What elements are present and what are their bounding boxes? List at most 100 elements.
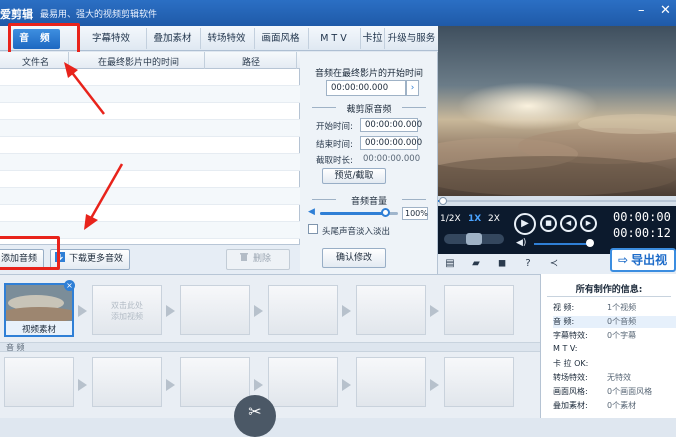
- scissors-icon[interactable]: ✂: [234, 395, 276, 437]
- export-icon: ⇨: [618, 253, 629, 267]
- column-path: 路径: [242, 58, 261, 68]
- tab-karaoke[interactable]: 卡拉OK: [360, 28, 384, 65]
- tab-subtitle-effects[interactable]: 字幕特效: [78, 28, 144, 49]
- fade-checkbox[interactable]: [308, 224, 318, 234]
- project-info-panel: 所有制作的信息: 视 频: 1个视频 音 频: 0个音频 字幕特效: 0个字幕 M T…: [540, 274, 676, 418]
- table-row[interactable]: [0, 171, 300, 188]
- tab-styles[interactable]: 画面风格: [254, 28, 306, 49]
- table-row[interactable]: [0, 120, 300, 137]
- empty-clip-slot[interactable]: [268, 285, 338, 335]
- info-row-audio: 音 频: 0个音频: [553, 316, 676, 328]
- prev-frame-icon[interactable]: ◀: [560, 215, 577, 232]
- info-row-subtitle: 字幕特效: 0个字幕: [553, 331, 637, 340]
- table-row[interactable]: [0, 137, 300, 154]
- arrow-icon: [78, 379, 87, 391]
- speaker-icon: ◀: [308, 207, 315, 217]
- crop-start-input[interactable]: 00:00:00.000: [360, 118, 422, 132]
- tab-mtv[interactable]: M T V: [308, 28, 358, 49]
- audio-slot[interactable]: [4, 357, 74, 407]
- annotation-box-add-audio: [0, 236, 60, 270]
- info-row-karaoke: 卡 拉 OK:: [553, 359, 589, 368]
- arrow-icon: [430, 379, 439, 391]
- table-row[interactable]: [0, 154, 300, 171]
- info-row-video: 视 频: 1个视频: [553, 303, 637, 312]
- volume-section-header: 音频音量: [310, 194, 428, 207]
- remove-clip-icon[interactable]: ×: [64, 280, 75, 291]
- empty-clip-slot[interactable]: [444, 285, 514, 335]
- share-icon[interactable]: ≺: [548, 258, 560, 270]
- audio-slot[interactable]: [268, 357, 338, 407]
- minimize-button[interactable]: –: [638, 3, 645, 18]
- app-slogan: 最易用、强大的视频剪辑软件: [40, 10, 158, 20]
- close-button[interactable]: ✕: [660, 3, 671, 18]
- delete-button[interactable]: 删除: [226, 249, 290, 270]
- clip-thumbnail: [6, 285, 72, 321]
- open-folder-icon[interactable]: ▰: [470, 258, 482, 270]
- video-preview: [438, 26, 676, 196]
- table-row[interactable]: [0, 69, 300, 86]
- confirm-button[interactable]: 确认修改: [322, 248, 386, 268]
- table-row[interactable]: [0, 205, 300, 222]
- player-volume-slider[interactable]: [534, 243, 590, 245]
- audio-track-label: 音 频: [6, 343, 25, 352]
- audio-slot[interactable]: [180, 357, 250, 407]
- jog-slider[interactable]: [444, 233, 504, 245]
- info-row-transition: 转场特效: 无特效: [553, 373, 631, 382]
- end-time-label: 结束时间:: [316, 140, 353, 150]
- player-volume-knob[interactable]: [586, 239, 594, 247]
- empty-clip-slot[interactable]: [356, 285, 426, 335]
- clip-label: 视频素材: [21, 325, 56, 335]
- hd-icon[interactable]: ▤: [444, 258, 456, 270]
- arrow-icon: [254, 305, 263, 317]
- audio-table: 文件名 在最终影片中的时间 路径: [0, 52, 300, 244]
- download-more-button[interactable]: 下载更多音效: [50, 249, 130, 270]
- empty-clip-slot[interactable]: 双击此处 添加视频: [92, 285, 162, 335]
- tab-upgrade[interactable]: 升级与服务: [384, 28, 438, 49]
- info-row-overlay: 叠加素材: 0个素材: [553, 401, 637, 410]
- audio-slot[interactable]: [444, 357, 514, 407]
- playback-progress[interactable]: [438, 196, 676, 206]
- stop-icon[interactable]: ■: [540, 215, 557, 232]
- fade-label: 头尾声音淡入淡出: [322, 227, 391, 237]
- audio-slot[interactable]: [92, 357, 162, 407]
- arrow-icon: [78, 305, 87, 317]
- speed-2x[interactable]: 2X: [488, 214, 500, 224]
- volume-value[interactable]: 100%: [402, 207, 428, 220]
- table-row[interactable]: [0, 103, 300, 120]
- timeline: 视频素材 × 双击此处 添加视频 音 频 ✂: [0, 274, 540, 437]
- start-time-input[interactable]: 00:00:00.000: [326, 80, 406, 96]
- chevron-right-icon[interactable]: ›: [406, 80, 419, 96]
- tab-transitions[interactable]: 转场特效: [200, 28, 252, 49]
- start-time-label: 开始时间:: [316, 122, 353, 132]
- export-button[interactable]: ⇨ 导出视: [610, 248, 676, 272]
- volume-knob[interactable]: [381, 208, 391, 217]
- audio-slot[interactable]: [356, 357, 426, 407]
- start-time-title: 音频在最终影片的开始时间: [314, 69, 423, 79]
- speed-1x[interactable]: 1X: [468, 214, 481, 224]
- help-icon[interactable]: ?: [522, 258, 534, 270]
- speed-half[interactable]: 1/2X: [440, 214, 461, 224]
- delete-label: 删除: [253, 254, 272, 264]
- arrow-icon: [166, 379, 175, 391]
- table-row[interactable]: [0, 188, 300, 205]
- arrow-icon: [342, 305, 351, 317]
- title-bar: 爱剪辑 最易用、强大的视频剪辑软件 – ✕: [0, 0, 676, 26]
- progress-knob[interactable]: [438, 197, 447, 205]
- trash-icon: [239, 251, 249, 261]
- tab-overlay[interactable]: 叠加素材: [146, 28, 198, 49]
- info-row-mtv: M T V:: [553, 344, 578, 353]
- table-row[interactable]: [0, 86, 300, 103]
- column-time: 在最终影片中的时间: [98, 58, 180, 68]
- play-icon[interactable]: ▶: [514, 213, 536, 235]
- save-icon[interactable]: ◼: [496, 258, 508, 270]
- current-time: 00:00:00: [613, 210, 671, 224]
- next-frame-icon[interactable]: ▶: [580, 215, 597, 232]
- preview-crop-button[interactable]: 预览/截取: [322, 168, 386, 184]
- crop-end-input[interactable]: 00:00:00.000: [360, 136, 422, 150]
- audio-settings-panel: 音频在最终影片的开始时间 00:00:00.000 › 裁剪原音频 开始时间: …: [300, 52, 438, 274]
- volume-section-label: 音频音量: [350, 197, 387, 207]
- empty-clip-slot[interactable]: [180, 285, 250, 335]
- annotation-arrow-add-audio: [84, 163, 124, 230]
- player-controls: 1/2X 1X 2X ▶ ■ ◀ ▶ ◀) 00:00:00 00:00:12: [438, 206, 676, 254]
- clip-card-selected[interactable]: 视频素材: [4, 283, 74, 337]
